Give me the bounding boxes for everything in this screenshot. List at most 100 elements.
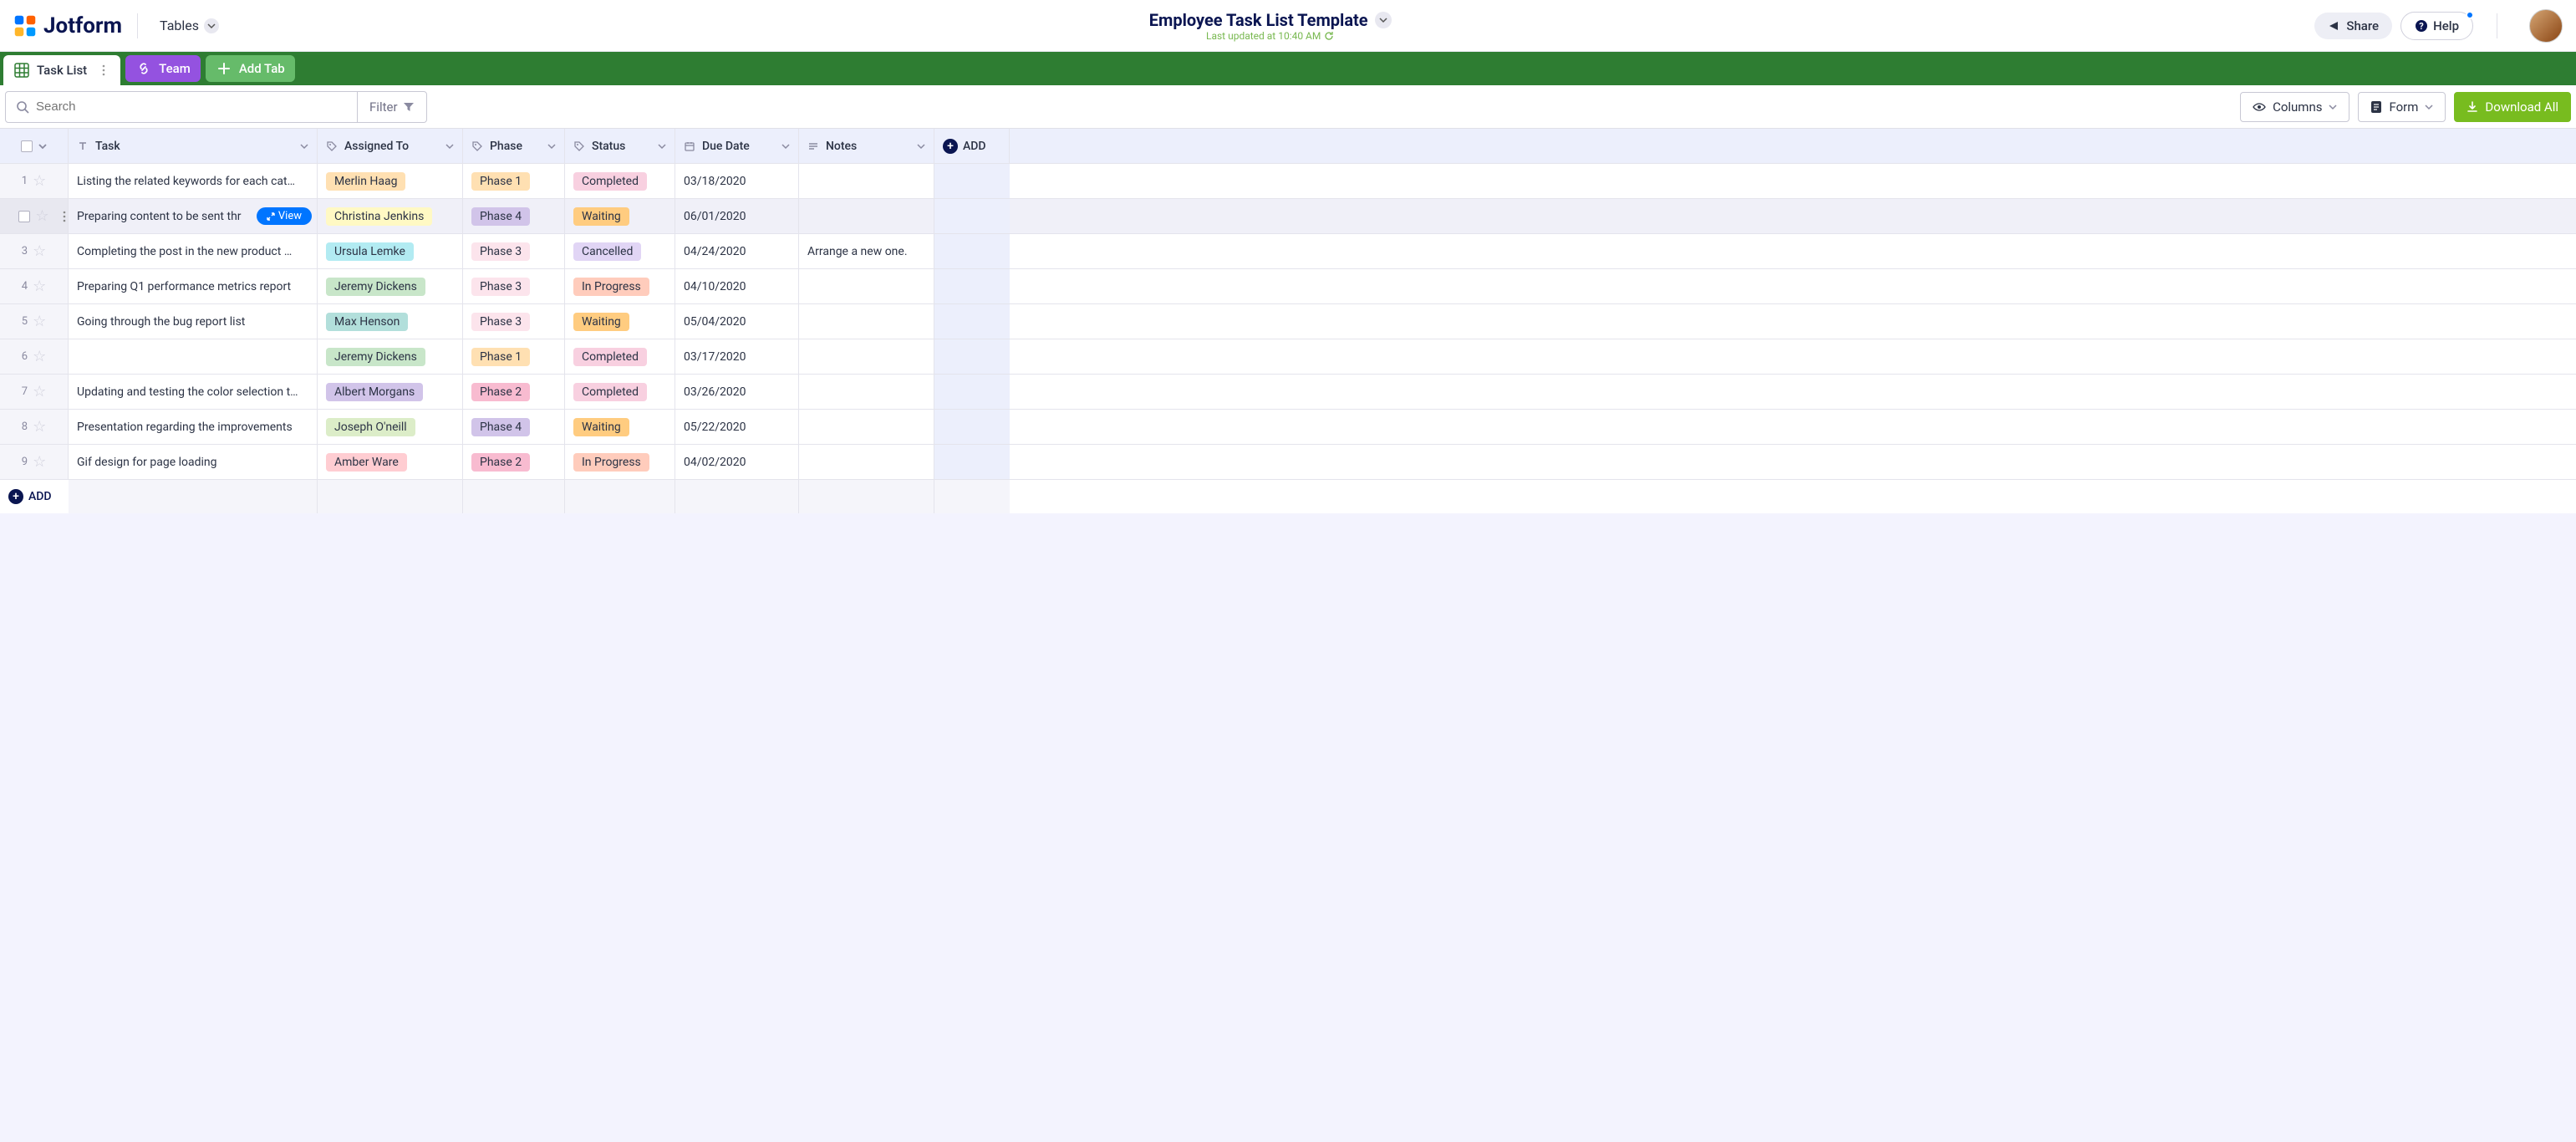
cell-assigned[interactable]: Merlin Haag: [318, 164, 463, 198]
cell-status[interactable]: In Progress: [565, 445, 675, 479]
cell-assigned[interactable]: Jeremy Dickens: [318, 269, 463, 303]
cell-notes[interactable]: Arrange a new one.: [799, 234, 934, 268]
filter-button[interactable]: Filter: [357, 92, 426, 122]
cell-task[interactable]: Preparing Q1 performance metrics report: [69, 269, 318, 303]
cell-notes[interactable]: [799, 164, 934, 198]
columns-button[interactable]: Columns: [2240, 92, 2349, 122]
add-column-button[interactable]: + ADD: [934, 129, 1010, 163]
cell-task[interactable]: Updating and testing the color selection…: [69, 375, 318, 409]
chevron-down-icon[interactable]: [781, 142, 790, 150]
column-header-task[interactable]: Task: [69, 129, 318, 163]
cell-task[interactable]: Going through the bug report list: [69, 304, 318, 339]
chevron-down-icon[interactable]: [658, 142, 666, 150]
table-row[interactable]: 9☆ Gif design for page loading Amber War…: [0, 445, 2576, 480]
add-row-button[interactable]: + ADD: [0, 489, 69, 504]
table-row[interactable]: ☆ Preparing content to be sent thrView C…: [0, 199, 2576, 234]
star-icon[interactable]: ☆: [33, 383, 46, 400]
cell-status[interactable]: Completed: [565, 339, 675, 374]
refresh-icon[interactable]: [1324, 31, 1334, 41]
cell-task[interactable]: Listing the related keywords for each ca…: [69, 164, 318, 198]
cell-status[interactable]: In Progress: [565, 269, 675, 303]
form-button[interactable]: Form: [2358, 92, 2446, 122]
cell-assigned[interactable]: Christina Jenkins: [318, 199, 463, 233]
cell-task[interactable]: Completing the post in the new product …: [69, 234, 318, 268]
tab-task-list[interactable]: Task List: [3, 55, 120, 85]
cell-due-date[interactable]: 05/04/2020: [675, 304, 799, 339]
table-row[interactable]: 4☆ Preparing Q1 performance metrics repo…: [0, 269, 2576, 304]
cell-due-date[interactable]: 03/17/2020: [675, 339, 799, 374]
cell-notes[interactable]: [799, 304, 934, 339]
cell-notes[interactable]: [799, 339, 934, 374]
select-all-checkbox[interactable]: [21, 140, 33, 152]
cell-assigned[interactable]: Amber Ware: [318, 445, 463, 479]
add-tab-button[interactable]: Add Tab: [206, 55, 295, 82]
cell-due-date[interactable]: 04/10/2020: [675, 269, 799, 303]
column-header-status[interactable]: Status: [565, 129, 675, 163]
star-icon[interactable]: ☆: [33, 313, 46, 330]
chevron-down-icon[interactable]: [547, 142, 556, 150]
table-row[interactable]: 8☆ Presentation regarding the improvemen…: [0, 410, 2576, 445]
cell-phase[interactable]: Phase 2: [463, 375, 565, 409]
title-dropdown-icon[interactable]: [1375, 12, 1392, 28]
cell-phase[interactable]: Phase 3: [463, 234, 565, 268]
row-checkbox[interactable]: [18, 211, 30, 222]
cell-assigned[interactable]: Ursula Lemke: [318, 234, 463, 268]
tables-dropdown[interactable]: Tables: [153, 14, 226, 37]
user-avatar[interactable]: [2529, 9, 2563, 43]
cell-phase[interactable]: Phase 4: [463, 199, 565, 233]
cell-due-date[interactable]: 03/26/2020: [675, 375, 799, 409]
cell-due-date[interactable]: 03/18/2020: [675, 164, 799, 198]
table-row[interactable]: 7☆ Updating and testing the color select…: [0, 375, 2576, 410]
cell-phase[interactable]: Phase 4: [463, 410, 565, 444]
logo[interactable]: Jotform: [13, 13, 122, 38]
star-icon[interactable]: ☆: [33, 242, 46, 260]
cell-task[interactable]: Presentation regarding the improvements: [69, 410, 318, 444]
chevron-down-icon[interactable]: [300, 142, 308, 150]
cell-task[interactable]: [69, 339, 318, 374]
star-icon[interactable]: ☆: [33, 418, 46, 436]
table-row[interactable]: 1☆ Listing the related keywords for each…: [0, 164, 2576, 199]
column-header-notes[interactable]: Notes: [799, 129, 934, 163]
cell-status[interactable]: Completed: [565, 164, 675, 198]
cell-phase[interactable]: Phase 2: [463, 445, 565, 479]
search-input[interactable]: [36, 99, 347, 114]
cell-status[interactable]: Cancelled: [565, 234, 675, 268]
cell-notes[interactable]: [799, 445, 934, 479]
cell-assigned[interactable]: Joseph O'neill: [318, 410, 463, 444]
cell-due-date[interactable]: 06/01/2020: [675, 199, 799, 233]
download-all-button[interactable]: Download All: [2454, 92, 2571, 122]
cell-assigned[interactable]: Jeremy Dickens: [318, 339, 463, 374]
tab-menu-icon[interactable]: [97, 62, 110, 79]
cell-task[interactable]: Preparing content to be sent thrView: [69, 199, 318, 233]
cell-status[interactable]: Waiting: [565, 304, 675, 339]
cell-notes[interactable]: [799, 410, 934, 444]
cell-due-date[interactable]: 04/02/2020: [675, 445, 799, 479]
table-row[interactable]: 3☆ Completing the post in the new produc…: [0, 234, 2576, 269]
cell-assigned[interactable]: Albert Morgans: [318, 375, 463, 409]
chevron-down-icon[interactable]: [38, 141, 48, 151]
share-button[interactable]: Share: [2314, 13, 2392, 39]
row-menu-icon[interactable]: [63, 211, 66, 222]
cell-due-date[interactable]: 04/24/2020: [675, 234, 799, 268]
tab-team[interactable]: Team: [125, 55, 201, 82]
search-box[interactable]: [6, 92, 357, 122]
cell-notes[interactable]: [799, 269, 934, 303]
chevron-down-icon[interactable]: [445, 142, 454, 150]
cell-notes[interactable]: [799, 199, 934, 233]
cell-status[interactable]: Waiting: [565, 199, 675, 233]
page-title[interactable]: Employee Task List Template: [1149, 10, 1368, 30]
star-icon[interactable]: ☆: [33, 278, 46, 295]
cell-phase[interactable]: Phase 3: [463, 304, 565, 339]
star-icon[interactable]: ☆: [35, 207, 48, 225]
cell-phase[interactable]: Phase 1: [463, 164, 565, 198]
cell-task[interactable]: Gif design for page loading: [69, 445, 318, 479]
column-header-assigned[interactable]: Assigned To: [318, 129, 463, 163]
column-header-due-date[interactable]: Due Date: [675, 129, 799, 163]
cell-phase[interactable]: Phase 1: [463, 339, 565, 374]
cell-status[interactable]: Waiting: [565, 410, 675, 444]
cell-status[interactable]: Completed: [565, 375, 675, 409]
table-row[interactable]: 5☆ Going through the bug report list Max…: [0, 304, 2576, 339]
cell-phase[interactable]: Phase 3: [463, 269, 565, 303]
star-icon[interactable]: ☆: [33, 172, 46, 190]
column-header-phase[interactable]: Phase: [463, 129, 565, 163]
